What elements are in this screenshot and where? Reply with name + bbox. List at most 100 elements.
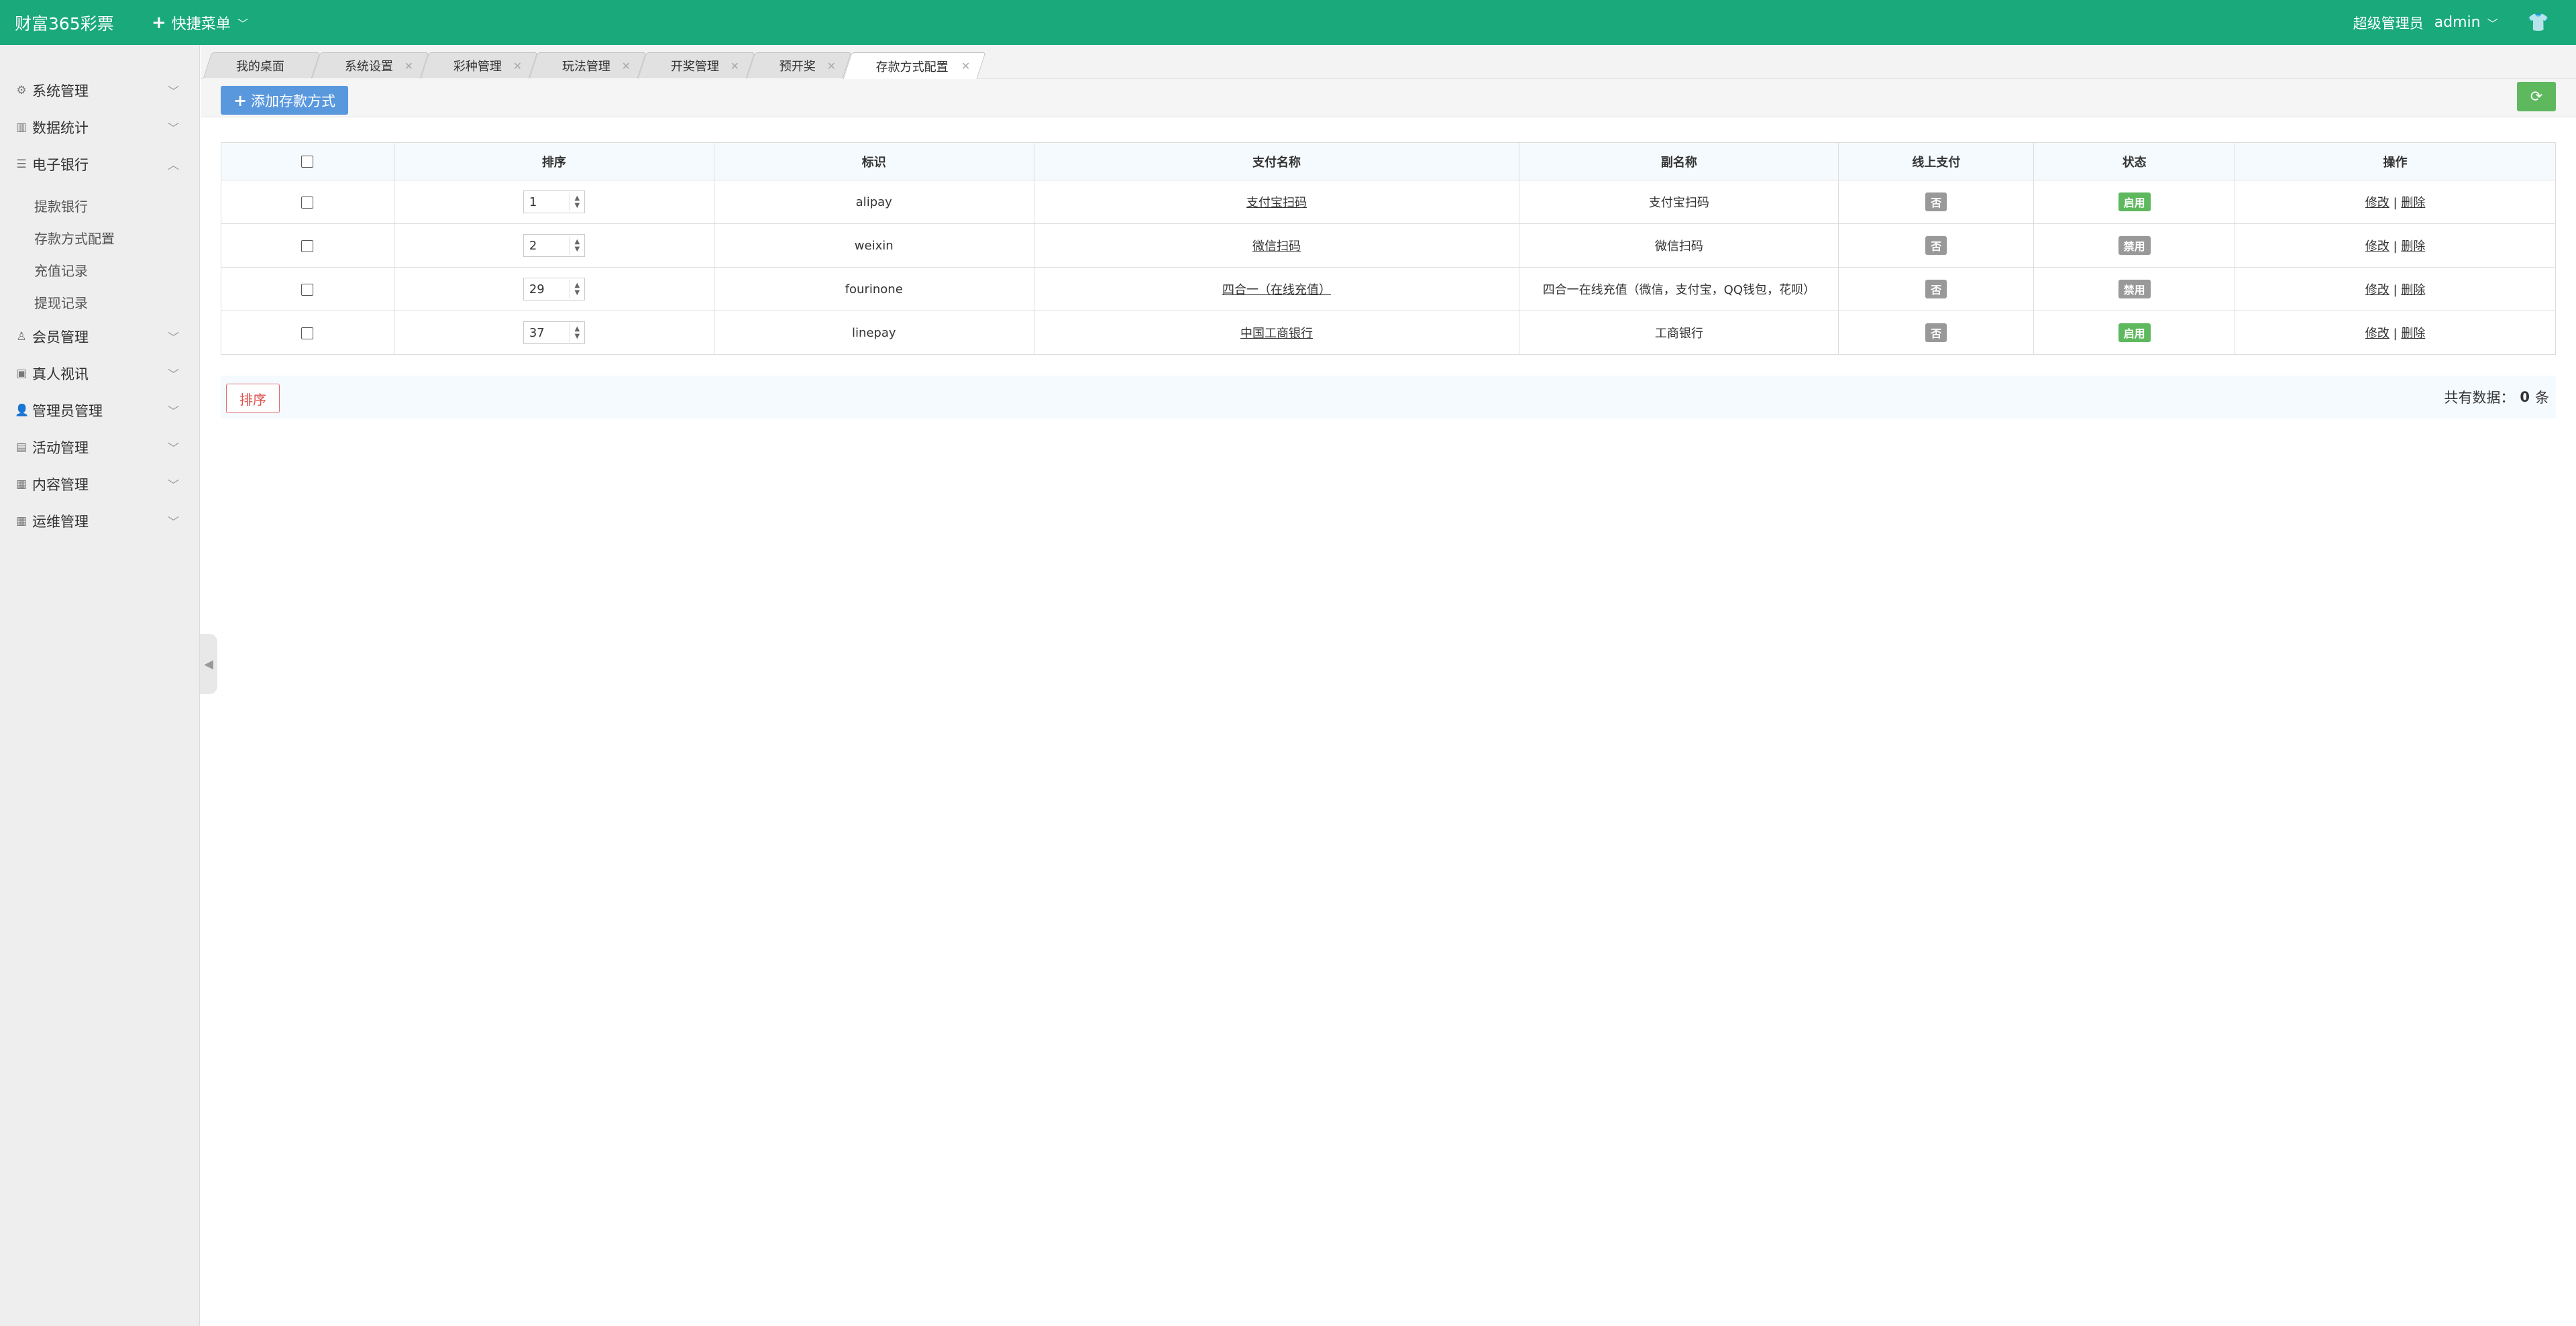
online-badge: 否 [1925, 192, 1947, 211]
user-menu-button[interactable]: admin [2434, 14, 2481, 31]
order-value: 29 [529, 282, 545, 296]
status-badge[interactable]: 启用 [2118, 192, 2151, 211]
tab-lottery-types[interactable]: 彩种管理 ✕ [420, 52, 538, 78]
sidebar-group-ebank[interactable]: ☰ 电子银行 ︿ [0, 146, 199, 182]
top-header: 财富365彩票 + 快捷菜单 ﹀ 超级管理员 admin ﹀ 👕 [0, 0, 2576, 45]
deposit-methods-table: 排序 标识 支付名称 副名称 线上支付 状态 操作 1 ▲ ▼ alipay 支付宝… [221, 142, 2556, 355]
refresh-icon: ⟳ [2530, 88, 2543, 105]
chevron-down-icon[interactable]: ﹀ [2487, 15, 2498, 31]
edit-link[interactable]: 修改 [2365, 196, 2390, 210]
order-number-input[interactable]: 1 ▲ ▼ [523, 190, 585, 213]
user-icon: ♙ [16, 329, 27, 343]
admin-icon: 👤 [15, 403, 30, 417]
list-icon: ☰ [16, 157, 27, 171]
tab-label: 我的桌面 [235, 60, 284, 74]
sidebar-group-activities[interactable]: ▤ 活动管理 ﹀ [0, 429, 199, 465]
close-icon[interactable]: ✕ [513, 60, 521, 72]
row-checkbox[interactable] [301, 239, 314, 252]
chevron-down-icon: ﹀ [168, 122, 179, 135]
payment-name-link[interactable]: 中国工商银行 [1240, 327, 1313, 341]
select-all-checkbox[interactable] [301, 156, 314, 168]
ops-separator: | [2393, 196, 2398, 210]
sidebar-item-recharge-records[interactable]: 充值记录 [0, 254, 199, 286]
close-icon[interactable]: ✕ [961, 60, 969, 72]
order-cell: 29 ▲ ▼ [393, 267, 714, 311]
chevron-down-icon: ﹀ [168, 368, 179, 382]
online-cell: 否 [1838, 180, 2035, 224]
chevron-down-icon: ﹀ [168, 405, 179, 419]
ops-separator: | [2393, 239, 2398, 254]
ops-cell: 修改 | 删除 [2235, 311, 2556, 355]
add-deposit-method-button[interactable]: + 添加存款方式 [221, 86, 348, 115]
order-number-input[interactable]: 29 ▲ ▼ [523, 278, 585, 300]
edit-link[interactable]: 修改 [2365, 239, 2390, 254]
payment-name-link[interactable]: 四合一（在线充值） [1222, 283, 1331, 297]
row-select-cell [221, 267, 394, 311]
order-number-input[interactable]: 2 ▲ ▼ [523, 234, 585, 257]
tab-play-rules[interactable]: 玩法管理 ✕ [529, 52, 647, 78]
sidebar-item-withdraw-bank[interactable]: 提款银行 [0, 189, 199, 221]
refresh-button[interactable]: ⟳ [2517, 82, 2556, 111]
sidebar-group-content[interactable]: ▦ 内容管理 ﹀ [0, 465, 199, 502]
chart-icon: ▥ [15, 120, 28, 134]
quick-menu-button[interactable]: + 快捷菜单 ﹀ [152, 12, 248, 34]
sidebar-group-label: 运维管理 [32, 513, 89, 530]
stepper-icon[interactable]: ▲ ▼ [569, 280, 584, 298]
row-checkbox[interactable] [301, 327, 314, 339]
sort-button[interactable]: 排序 [226, 384, 280, 413]
skin-shirt-icon[interactable]: 👕 [2528, 13, 2549, 33]
delete-link[interactable]: 删除 [2401, 239, 2425, 254]
sidebar-group-members[interactable]: ♙ 会员管理 ﹀ [0, 318, 199, 355]
sidebar-group-system[interactable]: ⚙ 系统管理 ﹀ [0, 72, 199, 109]
close-icon[interactable]: ✕ [621, 60, 630, 72]
stepper-icon[interactable]: ▲ ▼ [569, 192, 584, 211]
tab-desktop[interactable]: 我的桌面 [203, 52, 321, 78]
row-checkbox[interactable] [301, 283, 314, 296]
tab-pre-draw[interactable]: 预开奖 ✕ [746, 52, 852, 78]
status-badge[interactable]: 启用 [2118, 323, 2151, 342]
column-header: 支付名称 [1033, 142, 1520, 180]
order-cell: 37 ▲ ▼ [393, 311, 714, 355]
edit-link[interactable]: 修改 [2365, 327, 2390, 341]
sidebar-group-ops[interactable]: ▦ 运维管理 ﹀ [0, 502, 199, 539]
table-row: 29 ▲ ▼ fourinone 四合一（在线充值） 四合一在线充值（微信，支付宝，… [221, 267, 2556, 311]
payment-name-link[interactable]: 支付宝扫码 [1246, 196, 1307, 210]
sidebar-item-deposit-config[interactable]: 存款方式配置 [0, 221, 199, 254]
table-footer: 排序 共有数据： 0 条 [221, 376, 2556, 419]
chevron-down-icon: ﹀ [168, 85, 179, 99]
gear-icon: ⚙ [16, 83, 27, 97]
close-icon[interactable]: ✕ [404, 60, 413, 72]
tab-draw-management[interactable]: 开奖管理 ✕ [637, 52, 755, 78]
table-row: 37 ▲ ▼ linepay 中国工商银行 工商银行 否 启用 修改 | 删除 [221, 311, 2556, 355]
sidebar-group-admins[interactable]: 👤 管理员管理 ﹀ [0, 392, 199, 429]
delete-link[interactable]: 删除 [2401, 327, 2425, 341]
status-badge[interactable]: 禁用 [2118, 280, 2151, 298]
brand-logo[interactable]: 财富365彩票 [15, 11, 136, 35]
subname-cell: 支付宝扫码 [1519, 180, 1839, 224]
close-icon[interactable]: ✕ [730, 60, 739, 72]
tab-deposit-config[interactable]: 存款方式配置 ✕ [843, 52, 986, 79]
status-badge[interactable]: 禁用 [2118, 236, 2151, 255]
order-number-input[interactable]: 37 ▲ ▼ [523, 321, 585, 344]
sidebar-group-label: 数据统计 [32, 119, 89, 136]
edit-link[interactable]: 修改 [2365, 283, 2390, 297]
row-checkbox[interactable] [301, 196, 314, 209]
code-cell: linepay [713, 311, 1034, 355]
delete-link[interactable]: 删除 [2401, 196, 2425, 210]
payment-name-link[interactable]: 微信扫码 [1252, 239, 1301, 254]
chevron-down-icon: ﹀ [168, 479, 179, 492]
sidebar-collapse-toggle[interactable]: ◀ [200, 634, 217, 694]
sidebar-group-live-video[interactable]: ▣ 真人视讯 ﹀ [0, 355, 199, 392]
delete-link[interactable]: 删除 [2401, 283, 2425, 297]
sidebar-item-withdraw-records[interactable]: 提现记录 [0, 286, 199, 318]
table-row: 2 ▲ ▼ weixin 微信扫码 微信扫码 否 禁用 修改 | 删除 [221, 223, 2556, 268]
chevron-down-icon: ﹀ [168, 516, 179, 529]
stepper-icon[interactable]: ▲ ▼ [569, 323, 584, 342]
tab-label: 彩种管理 [453, 60, 502, 74]
tab-system-settings[interactable]: 系统设置 ✕ [311, 52, 429, 78]
stepper-icon[interactable]: ▲ ▼ [569, 236, 584, 255]
close-icon[interactable]: ✕ [826, 60, 835, 72]
online-badge: 否 [1925, 236, 1947, 255]
sidebar-group-statistics[interactable]: ▥ 数据统计 ﹀ [0, 109, 199, 146]
